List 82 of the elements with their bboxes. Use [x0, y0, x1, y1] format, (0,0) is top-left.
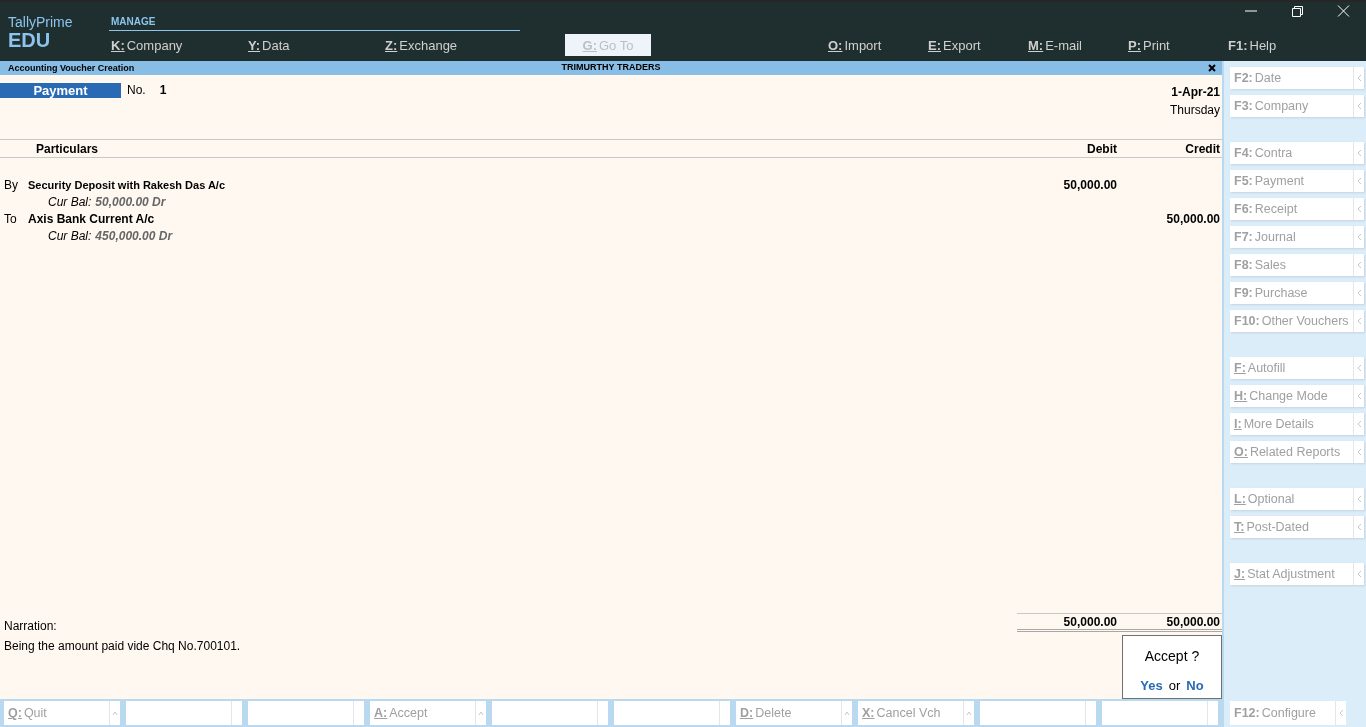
- chevron-icon: [1356, 392, 1362, 400]
- close-icon[interactable]: [1208, 64, 1216, 72]
- column-header: Credit: [1184, 141, 1221, 156]
- or-text: or: [1168, 678, 1181, 693]
- side-button[interactable]: J: Stat Adjustment: [1230, 563, 1364, 585]
- debit-amount: 50,000.00: [1063, 177, 1117, 192]
- balance-label: Cur Bal:: [48, 194, 92, 209]
- narration-label: Narration:: [4, 619, 58, 633]
- configure-button[interactable]: F12: Configure: [1230, 701, 1346, 725]
- credit-amount: 50,000.00: [1166, 211, 1220, 226]
- menu-item[interactable]: O:Import: [826, 34, 926, 56]
- menu-item[interactable]: E:Export: [926, 34, 1026, 56]
- menu-item[interactable]: Z:Exchange: [383, 34, 520, 56]
- menu-item[interactable]: K:Company: [109, 34, 246, 56]
- side-button[interactable]: F9: Purchase: [1230, 282, 1364, 304]
- side-button[interactable]: F8: Sales: [1230, 254, 1364, 276]
- ledger-name: Axis Bank Current A/c: [28, 211, 156, 226]
- voucher-number: 1: [159, 83, 167, 98]
- side-button[interactable]: O: Related Reports: [1230, 441, 1364, 463]
- menu-item[interactable]: M:E-mail: [1026, 34, 1126, 56]
- caret-up-icon: [966, 710, 972, 716]
- caret-up-icon: [478, 710, 484, 716]
- chevron-icon: [1338, 709, 1344, 717]
- chevron-icon: [1356, 233, 1362, 241]
- action-button[interactable]: D: Delete: [736, 701, 852, 725]
- no-button[interactable]: No: [1186, 678, 1204, 693]
- total-debit: 50,000.00: [1062, 614, 1117, 629]
- voucher-date: 1-Apr-21: [1171, 84, 1220, 101]
- side-button[interactable]: I: More Details: [1230, 413, 1364, 435]
- column-header: Particulars: [35, 141, 100, 156]
- side-button[interactable]: F5: Payment: [1230, 170, 1364, 192]
- side-button[interactable]: F3: Company: [1230, 95, 1364, 117]
- menu-section-label: MANAGE: [109, 14, 520, 31]
- side-button[interactable]: F7: Journal: [1230, 226, 1364, 248]
- entry-prefix: To: [3, 211, 18, 226]
- side-button[interactable]: T: Post-Dated: [1230, 516, 1364, 538]
- dialog-question: Accept ?: [1144, 648, 1200, 664]
- chevron-icon: [1356, 74, 1362, 82]
- action-button[interactable]: X: Cancel Vch: [858, 701, 974, 725]
- chevron-icon: [1356, 495, 1362, 503]
- side-button[interactable]: H: Change Mode: [1230, 385, 1364, 407]
- chevron-icon: [1356, 177, 1362, 185]
- chevron-icon: [1356, 149, 1362, 157]
- app-name: TallyPrime: [8, 14, 74, 30]
- column-header: Debit: [1086, 141, 1117, 156]
- chevron-icon: [1356, 261, 1362, 269]
- menu-item[interactable]: P:Print: [1126, 34, 1226, 56]
- balance-label: Cur Bal:: [48, 228, 92, 243]
- chevron-icon: [1356, 523, 1362, 531]
- chevron-icon: [1356, 364, 1362, 372]
- action-button[interactable]: A: Accept: [370, 701, 486, 725]
- side-button[interactable]: L: Optional: [1230, 488, 1364, 510]
- entry-prefix: By: [3, 177, 19, 192]
- chevron-icon: [1356, 448, 1362, 456]
- menu-item[interactable]: F1:Help: [1226, 34, 1326, 56]
- chevron-icon: [1356, 102, 1362, 110]
- total-credit: 50,000.00: [1165, 614, 1221, 629]
- balance-value: 450,000.00 Dr: [95, 228, 173, 243]
- side-button[interactable]: F2: Date: [1230, 67, 1364, 89]
- ledger-name: Security Deposit with Rakesh Das A/c: [28, 178, 227, 191]
- side-button[interactable]: F4: Contra: [1230, 142, 1364, 164]
- voucher-type: Payment: [0, 83, 121, 98]
- company-name: TRIMURTHY TRADERS: [561, 62, 661, 72]
- side-button[interactable]: F10: Other Vouchers: [1230, 310, 1364, 332]
- voucher-number-label: No.: [127, 83, 146, 98]
- screen-title: Accounting Voucher Creation: [8, 63, 135, 73]
- chevron-icon: [1356, 317, 1362, 325]
- chevron-icon: [1356, 570, 1362, 578]
- voucher-day: Thursday: [1169, 101, 1220, 119]
- action-button[interactable]: Q: Quit: [4, 701, 120, 725]
- narration-text: Being the amount paid vide Chq No.700101.: [4, 639, 242, 653]
- menu-item[interactable]: Y:Data: [246, 34, 383, 56]
- yes-button[interactable]: Yes: [1140, 678, 1163, 693]
- balance-value: 50,000.00 Dr: [95, 194, 166, 209]
- caret-up-icon: [844, 710, 850, 716]
- chevron-icon: [1356, 420, 1362, 428]
- edition-label: EDU: [8, 30, 51, 50]
- caret-up-icon: [112, 710, 118, 716]
- chevron-icon: [1356, 205, 1362, 213]
- side-button[interactable]: F6: Receipt: [1230, 198, 1364, 220]
- chevron-icon: [1356, 289, 1362, 297]
- side-button[interactable]: F: Autofill: [1230, 357, 1364, 379]
